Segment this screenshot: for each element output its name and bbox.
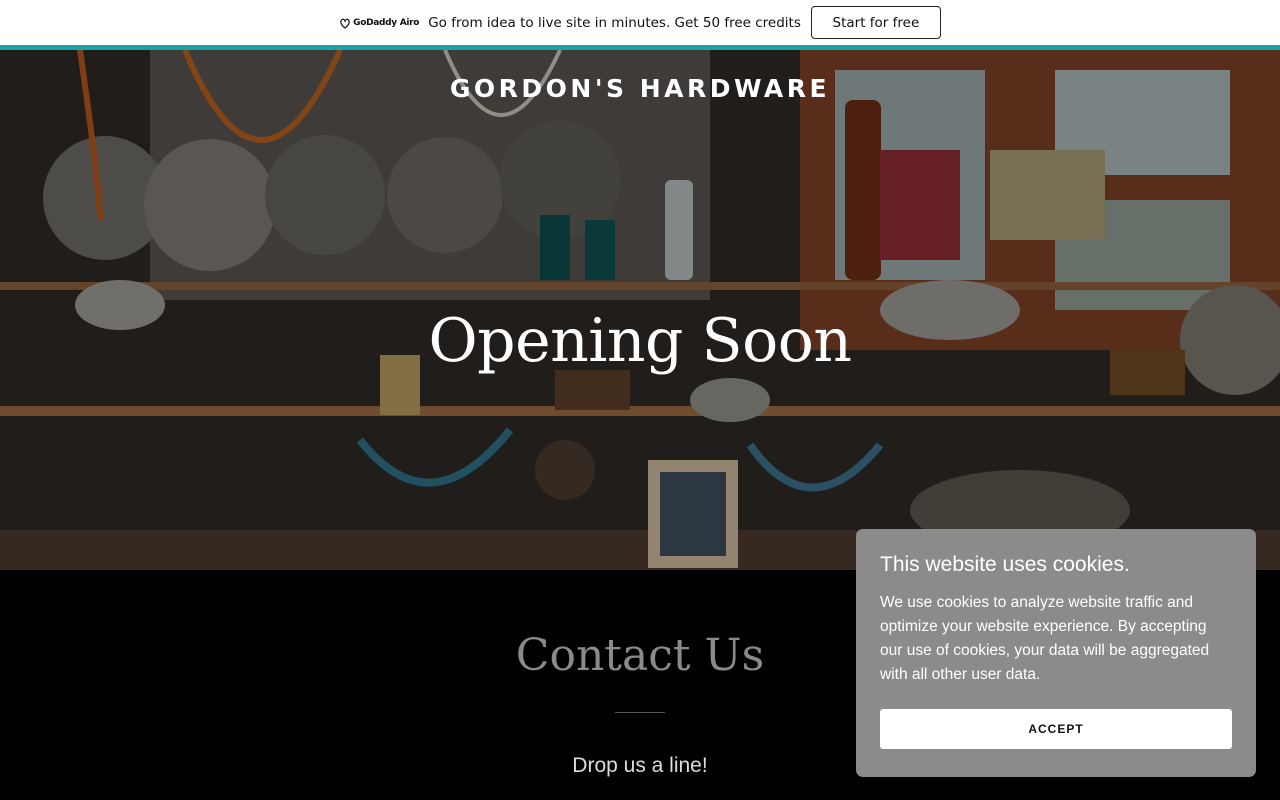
accept-cookies-button[interactable]: ACCEPT bbox=[880, 709, 1232, 749]
cookie-title: This website uses cookies. bbox=[880, 553, 1130, 576]
site-title[interactable]: GORDON'S HARDWARE bbox=[0, 74, 1280, 103]
start-for-free-button[interactable]: Start for free bbox=[810, 6, 941, 39]
cookie-banner: This website uses cookies. We use cookie… bbox=[856, 529, 1256, 777]
godaddy-icon bbox=[340, 18, 350, 29]
contact-divider bbox=[615, 712, 665, 713]
hero-heading: Opening Soon bbox=[428, 306, 852, 376]
promo-bar: GoDaddy Airo Go from idea to live site i… bbox=[0, 0, 1280, 45]
godaddy-airo-logo[interactable]: GoDaddy Airo bbox=[339, 17, 419, 29]
cookie-body: We use cookies to analyze website traffi… bbox=[880, 594, 1210, 683]
promo-text: Go from idea to live site in minutes. Ge… bbox=[428, 14, 801, 31]
hero-section: GORDON'S HARDWARE Opening Soon bbox=[0, 50, 1280, 570]
promo-logo-text: GoDaddy Airo bbox=[353, 17, 420, 28]
